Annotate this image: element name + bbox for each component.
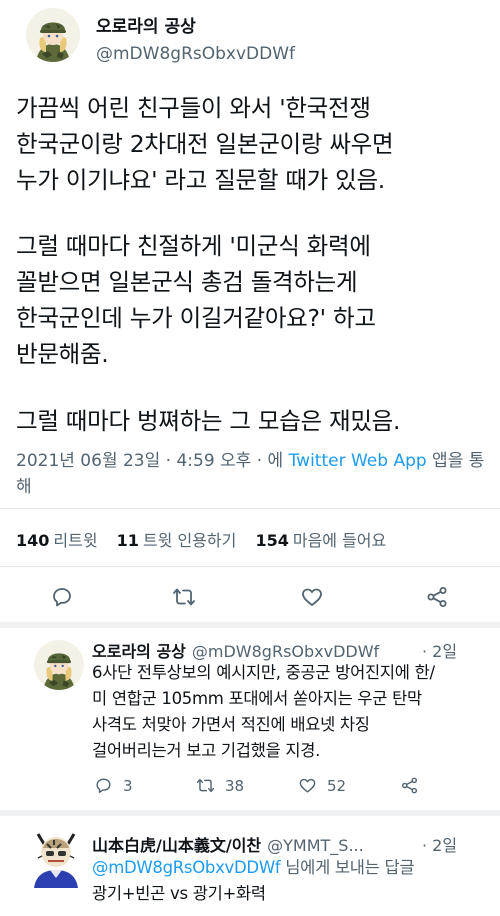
source-app-link[interactable]: Twitter Web App bbox=[289, 451, 427, 471]
heart-icon bbox=[302, 588, 322, 606]
tweet-text-line: 한국군이랑 2차대전 일본군이랑 싸우면 bbox=[16, 130, 394, 158]
quotes-count: 11 bbox=[116, 531, 139, 550]
reply-text-line: 6사단 전투상보의 예시지만, 중공군 방어진지에 한/ bbox=[92, 663, 435, 682]
reply-author-handle[interactable]: @mDW8gRsObxvDDWf bbox=[192, 642, 379, 661]
author-handle[interactable]: @mDW8gRsObxvDDWf bbox=[96, 44, 295, 64]
likes-count: 154 bbox=[255, 531, 289, 550]
reply-header: 山本白虎/山本義文/이찬 @YMMT_S... bbox=[92, 832, 364, 856]
reply-text-line: 사격도 처맞아 가면서 적진에 배요넷 차징 bbox=[92, 715, 370, 734]
thread-separator bbox=[0, 622, 500, 628]
reply-count: 3 bbox=[123, 776, 133, 795]
retweets-stat[interactable]: 140 리트윗 bbox=[16, 531, 98, 550]
author-name[interactable]: 오로라의 공상 bbox=[96, 12, 196, 37]
tweet-text-line: 누가 이기냐요' 라고 질문할 때가 있음. bbox=[16, 166, 385, 194]
reply-text-line: 걸어버리는거 보고 기겁했을 지경. bbox=[92, 741, 321, 760]
reply-reply-button[interactable]: 3 bbox=[94, 776, 133, 795]
tweet-text-line: 꼴받으면 일본군식 총검 돌격하는게 bbox=[16, 268, 358, 296]
reply-icon bbox=[53, 588, 71, 607]
reply-author-handle[interactable]: @YMMT_S... bbox=[267, 836, 364, 855]
tweet-text-line: 그럴 때마다 벙쪄하는 그 모습은 재밌음. bbox=[16, 407, 401, 435]
divider bbox=[0, 508, 500, 509]
reply-text-line: 미 연합군 105mm 포대에서 쏟아지는 우군 탄막 bbox=[92, 689, 422, 708]
tweet-timestamp[interactable]: 2021년 06월 23일 · 4:59 오후 · 에 bbox=[16, 451, 289, 471]
reply-avatar[interactable] bbox=[28, 826, 84, 888]
retweets-label: 리트윗 bbox=[53, 531, 98, 550]
tweet-stats: 140 리트윗 11 트윗 인용하기 154 마음에 들어요 bbox=[16, 527, 400, 551]
thread-separator bbox=[0, 810, 500, 816]
retweet-button[interactable] bbox=[164, 577, 204, 617]
quotes-stat[interactable]: 11 트윗 인용하기 bbox=[117, 531, 237, 550]
share-button[interactable] bbox=[417, 577, 457, 617]
reply-retweet-button[interactable]: 38 bbox=[196, 776, 244, 795]
reply-time[interactable]: · 2일 bbox=[422, 832, 457, 856]
replying-to-suffix: 님에게 보내는 답글 bbox=[280, 858, 415, 877]
tweet-text-line: 그럴 때마다 친절하게 '미군식 화력에 bbox=[16, 232, 371, 260]
share-icon bbox=[427, 587, 447, 607]
reply-author-name[interactable]: 山本白虎/山本義文/이찬 bbox=[92, 836, 261, 855]
reply-author-name[interactable]: 오로라의 공상 bbox=[92, 642, 186, 661]
tweet-text-line: 가끔씩 어린 친구들이 와서 '한국전쟁 bbox=[16, 94, 371, 122]
reply-text-line: 광기+빈곤 vs 광기+화력 bbox=[92, 884, 266, 903]
reply-like-button[interactable]: 52 bbox=[298, 776, 346, 795]
reply-share-button[interactable] bbox=[400, 776, 429, 795]
reply-time[interactable]: · 2일 bbox=[422, 638, 457, 662]
reply-icon bbox=[96, 778, 111, 793]
soldier-avatar-image bbox=[34, 640, 84, 690]
reply-header: 오로라의 공상 @mDW8gRsObxvDDWf bbox=[92, 638, 379, 662]
tiger-soldier-avatar-image bbox=[34, 833, 78, 888]
reply-button[interactable] bbox=[42, 577, 82, 617]
mention-link[interactable]: @mDW8gRsObxvDDWf bbox=[92, 858, 281, 877]
replying-to: @mDW8gRsObxvDDWf 님에게 보내는 답글 bbox=[92, 856, 415, 880]
likes-stat[interactable]: 154 마음에 들어요 bbox=[255, 531, 386, 550]
share-icon bbox=[401, 777, 418, 794]
tweet-text-line: 반문해줌. bbox=[16, 340, 109, 368]
soldier-avatar-image bbox=[26, 8, 80, 62]
tweet-meta: 2021년 06월 23일 · 4:59 오후 · 에 Twitter Web … bbox=[16, 448, 486, 500]
retweet-icon bbox=[196, 778, 215, 793]
retweet-count: 38 bbox=[225, 776, 245, 795]
retweets-count: 140 bbox=[16, 531, 50, 550]
like-button[interactable] bbox=[292, 577, 332, 617]
likes-label: 마음에 들어요 bbox=[292, 531, 387, 550]
heart-icon bbox=[299, 778, 316, 793]
like-count: 52 bbox=[327, 776, 347, 795]
quotes-label: 트윗 인용하기 bbox=[142, 531, 237, 550]
tweet-text-line: 한국군인데 누가 이길거같아요?' 하고 bbox=[16, 304, 376, 332]
reply-avatar[interactable] bbox=[34, 640, 84, 690]
author-avatar[interactable] bbox=[26, 8, 80, 62]
divider bbox=[0, 566, 500, 567]
retweet-icon bbox=[173, 588, 195, 606]
